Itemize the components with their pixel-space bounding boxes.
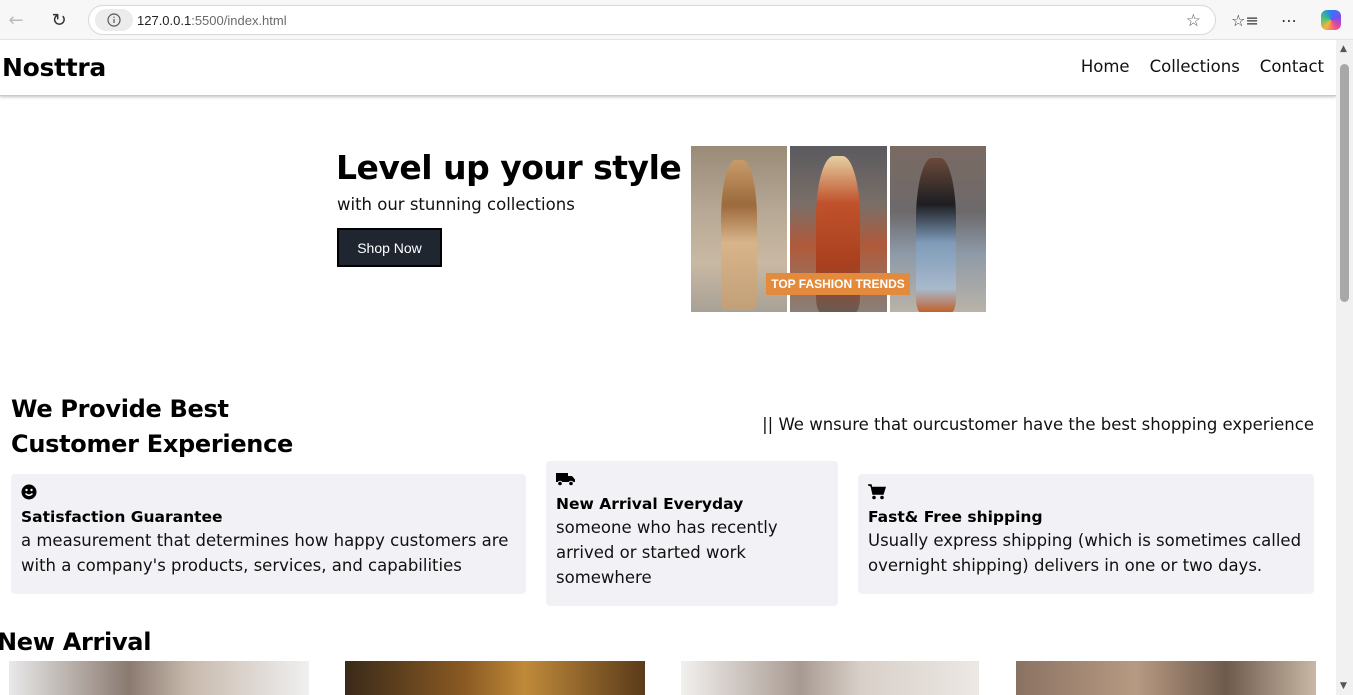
reload-icon[interactable]: ↻: [47, 8, 71, 32]
url-text: 127.0.0.1:5500/index.html: [137, 13, 287, 28]
product-image[interactable]: [681, 661, 979, 695]
site-info-icon[interactable]: [95, 9, 133, 31]
features-heading-line1: We Provide Best: [11, 395, 229, 423]
nav-home[interactable]: Home: [1081, 57, 1130, 76]
features-heading: We Provide Best Customer Experience: [11, 392, 293, 462]
favorite-star-icon[interactable]: ☆: [1186, 11, 1201, 31]
page-scrollbar[interactable]: ▲ ▼: [1336, 40, 1353, 695]
feature-card-shipping: Fast& Free shipping Usually express ship…: [858, 474, 1314, 594]
favorites-icon[interactable]: ☆≡: [1231, 9, 1259, 31]
hero-title: Level up your style: [336, 148, 682, 187]
feature-text: Usually express shipping (which is somet…: [868, 531, 1302, 575]
new-arrival-heading: New Arrival: [0, 628, 152, 656]
image-tag-label: TOP FASHION TRENDS: [766, 273, 910, 295]
feature-text: someone who has recently arrived or star…: [556, 518, 778, 587]
nav-collections[interactable]: Collections: [1150, 57, 1240, 76]
nav-contact[interactable]: Contact: [1260, 57, 1324, 76]
page-viewport: Nosttra Home Collections Contact Level u…: [0, 40, 1353, 695]
features-heading-line2: Customer Experience: [11, 430, 293, 458]
features-tagline: || We wnsure that ourcustomer have the b…: [762, 415, 1314, 434]
shop-now-button[interactable]: Shop Now: [337, 228, 442, 267]
more-menu-icon[interactable]: ⋯: [1278, 9, 1300, 31]
feature-card-satisfaction: Satisfaction Guarantee a measurement tha…: [11, 474, 526, 594]
feature-card-new-arrival: New Arrival Everyday someone who has rec…: [546, 461, 838, 606]
smiley-icon: [21, 484, 516, 504]
cart-icon: [868, 484, 1304, 504]
site-header: Nosttra Home Collections Contact: [0, 40, 1336, 96]
scroll-down-arrow-icon[interactable]: ▼: [1340, 681, 1347, 691]
product-image[interactable]: [1016, 661, 1316, 695]
product-image[interactable]: [345, 661, 645, 695]
address-bar[interactable]: 127.0.0.1:5500/index.html ☆: [88, 5, 1216, 35]
main-nav: Home Collections Contact: [1081, 57, 1324, 76]
browser-toolbar: ← ↻ 127.0.0.1:5500/index.html ☆ ☆≡ ⋯: [0, 0, 1353, 40]
truck-icon: [556, 471, 828, 491]
feature-text: a measurement that determines how happy …: [21, 531, 509, 575]
feature-title: Satisfaction Guarantee: [21, 508, 223, 526]
hero-fashion-image: TOP FASHION TRENDS: [691, 146, 986, 312]
product-image[interactable]: [9, 661, 309, 695]
site-logo[interactable]: Nosttra: [2, 53, 106, 82]
scroll-up-arrow-icon[interactable]: ▲: [1340, 44, 1347, 54]
url-host: 127.0.0.1: [137, 13, 192, 28]
scrollbar-thumb[interactable]: [1340, 64, 1349, 302]
feature-title: New Arrival Everyday: [556, 495, 744, 513]
copilot-icon[interactable]: [1320, 9, 1342, 31]
url-path: :5500/index.html: [191, 13, 287, 28]
feature-title: Fast& Free shipping: [868, 508, 1043, 526]
back-icon[interactable]: ←: [4, 8, 28, 32]
hero-subtitle: with our stunning collections: [337, 195, 575, 214]
